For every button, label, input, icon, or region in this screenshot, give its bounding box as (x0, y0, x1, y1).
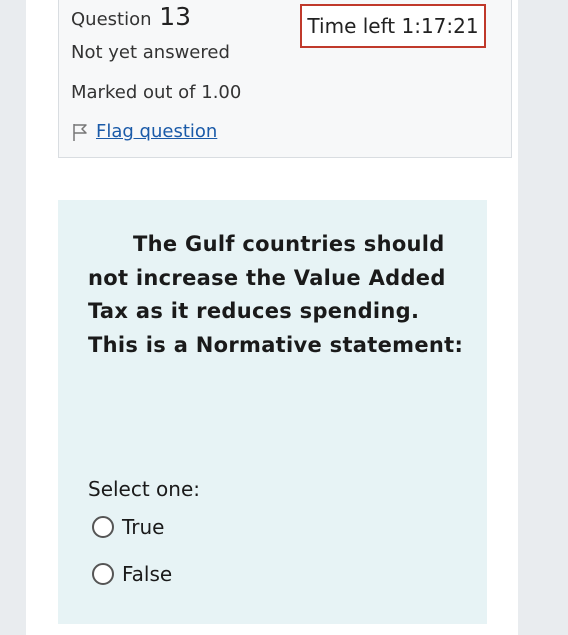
question-text: The Gulf countries should not increase t… (88, 232, 464, 357)
answer-option-label[interactable]: True (122, 515, 164, 539)
answer-option-false[interactable]: False (92, 562, 172, 586)
question-word: Question (71, 9, 152, 30)
question-grade: Marked out of 1.00 (71, 82, 242, 103)
flag-question-link[interactable]: Flag question (71, 121, 217, 142)
answer-option-true[interactable]: True (92, 515, 164, 539)
question-number: 13 (159, 2, 192, 31)
question-state: Not yet answered (71, 42, 230, 63)
flag-icon (71, 122, 89, 142)
answer-prompt: Select one: (88, 477, 201, 501)
radio-button[interactable] (92, 563, 114, 585)
page-content: Question 13 Not yet answered Marked out … (26, 0, 518, 635)
quiz-timer: Time left 1:17:21 (300, 4, 486, 48)
question-content: The Gulf countries should not increase t… (58, 200, 487, 624)
question-number-label: Question 13 (71, 2, 191, 31)
flag-question-label[interactable]: Flag question (96, 121, 217, 142)
answer-option-label[interactable]: False (122, 562, 172, 586)
radio-button[interactable] (92, 516, 114, 538)
